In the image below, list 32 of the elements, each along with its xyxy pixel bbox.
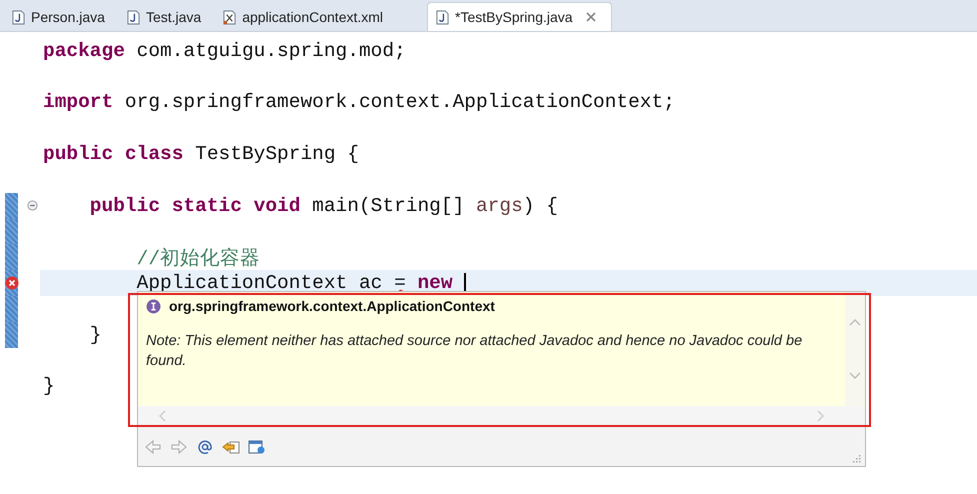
java-file-icon <box>436 10 450 24</box>
code-line: } <box>43 375 55 398</box>
java-file-icon <box>12 10 25 24</box>
code-line: public class TestBySpring { <box>43 143 359 166</box>
editor-tab[interactable]: applicationContext.xml <box>215 3 398 31</box>
vertical-scrollbar[interactable] <box>845 292 865 406</box>
code-line: ApplicationContext ac = new <box>136 272 454 294</box>
scroll-up-icon[interactable] <box>849 318 861 326</box>
code-line: public static void main(String[] args) { <box>88 194 558 217</box>
code-line: //初始化容器 <box>136 246 260 271</box>
editor-tab[interactable]: Person.java <box>4 3 119 31</box>
forward-arrow-icon[interactable] <box>170 438 188 454</box>
code-line: import org.springframework.context.ApplicationContext; <box>43 91 675 114</box>
open-declaration-icon[interactable] <box>222 438 240 454</box>
editor-tab[interactable]: *TestBySpring.java <box>427 2 612 31</box>
popup-note: Note: This element neither has attached source nor attached Javadoc and hence no Javadoc could be found. <box>146 332 804 371</box>
at-sign-icon[interactable] <box>196 438 214 454</box>
xml-file-icon <box>223 10 236 24</box>
scroll-down-icon[interactable] <box>849 372 861 380</box>
code-line: } <box>88 324 102 346</box>
collapse-icon[interactable] <box>27 200 38 212</box>
close-icon[interactable] <box>584 11 597 23</box>
external-window-icon[interactable] <box>248 438 266 454</box>
interface-icon <box>146 298 161 314</box>
popup-title: org.springframework.context.ApplicationContext <box>169 298 495 314</box>
editor-tab[interactable]: Test.java <box>118 3 216 31</box>
scroll-right-icon[interactable] <box>817 410 825 422</box>
scroll-left-icon[interactable] <box>158 410 166 422</box>
code-line: package com.atguigu.spring.mod; <box>43 40 406 62</box>
resize-grip-icon[interactable] <box>851 453 861 463</box>
back-arrow-icon[interactable] <box>144 438 162 454</box>
java-file-icon <box>126 10 140 24</box>
